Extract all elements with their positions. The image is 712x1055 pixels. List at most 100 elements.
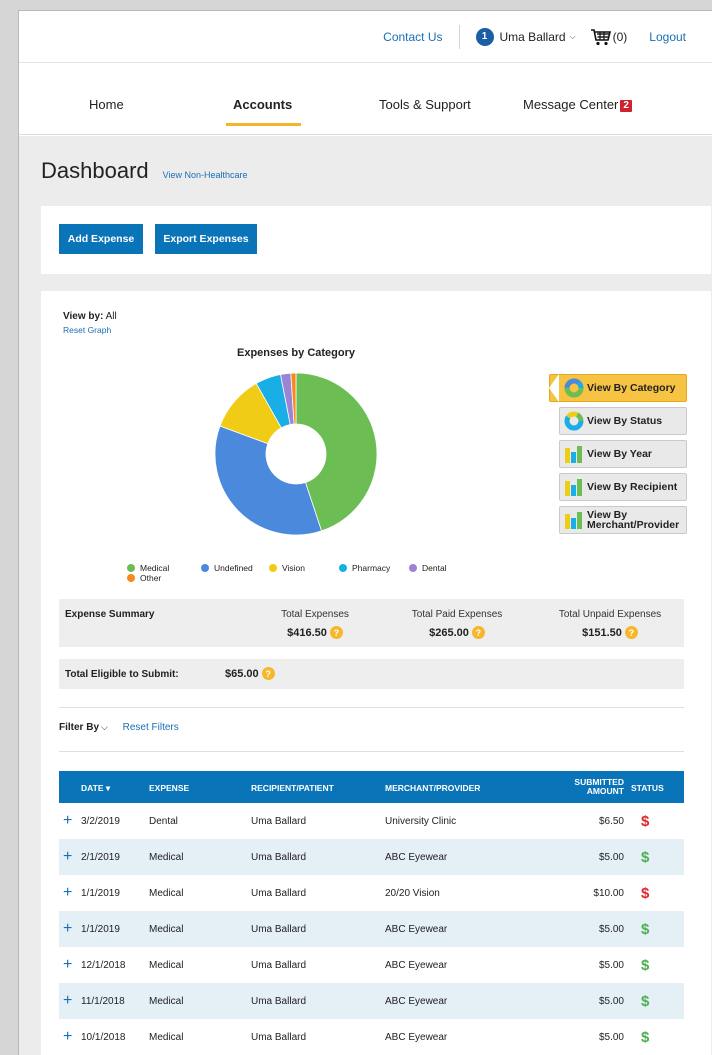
cell-recipient: Uma Ballard bbox=[251, 888, 307, 899]
table-row[interactable]: +3/2/2019 Dental Uma Ballard University Cli… bbox=[59, 803, 684, 839]
expenses-card: View by: All Reset Graph Expenses by Cat… bbox=[41, 291, 711, 1055]
expand-icon[interactable]: + bbox=[63, 812, 72, 830]
cell-expense: Medical bbox=[149, 996, 184, 1007]
column-submitted-line2: AMOUNT bbox=[586, 786, 624, 796]
user-menu[interactable]: 1 Uma Ballard ⌵ bbox=[475, 27, 576, 46]
cell-amount: $6.50 bbox=[598, 816, 624, 827]
total-expenses-value: $416.50 bbox=[287, 626, 327, 639]
view-by-value: All bbox=[103, 311, 117, 322]
total-unpaid-value: $151.50 bbox=[582, 626, 622, 639]
view-by-merchant-label: View By Merchant/Provider bbox=[587, 509, 680, 531]
column-merchant[interactable]: MERCHANT/PROVIDER bbox=[385, 783, 480, 793]
cell-expense: Medical bbox=[149, 924, 184, 935]
message-count-badge: 2 bbox=[620, 100, 632, 112]
eligible-summary: Total Eligible to Submit: $65.00? bbox=[59, 659, 684, 689]
cell-recipient: Uma Ballard bbox=[251, 924, 307, 935]
legend-item-pharmacy[interactable]: Pharmacy bbox=[339, 563, 390, 573]
status-dollar-icon[interactable]: $ bbox=[641, 921, 649, 938]
status-dollar-icon[interactable]: $ bbox=[641, 813, 649, 830]
cell-date: 10/1/2018 bbox=[81, 1032, 126, 1043]
legend-item-vision[interactable]: Vision bbox=[269, 563, 305, 573]
expand-icon[interactable]: + bbox=[63, 992, 72, 1010]
status-dollar-icon[interactable]: $ bbox=[641, 885, 649, 902]
table-row[interactable]: +1/1/2019 Medical Uma Ballard 20/20 Vision $… bbox=[59, 875, 684, 911]
status-dollar-icon[interactable]: $ bbox=[641, 993, 649, 1010]
view-by-label: View by: bbox=[63, 311, 104, 322]
add-expense-button[interactable]: Add Expense bbox=[59, 224, 143, 254]
column-submitted-amount[interactable]: SUBMITTED AMOUNT bbox=[574, 778, 624, 796]
help-icon[interactable]: ? bbox=[624, 626, 638, 639]
actions-card: Add Expense Export Expenses bbox=[41, 206, 711, 274]
contact-us-link[interactable]: Contact Us bbox=[383, 24, 460, 49]
column-status[interactable]: STATUS bbox=[631, 783, 664, 793]
filter-by-dropdown[interactable]: Filter By bbox=[59, 722, 99, 733]
reset-graph-link[interactable]: Reset Graph bbox=[63, 325, 111, 335]
export-expenses-button[interactable]: Export Expenses bbox=[155, 224, 257, 254]
cell-date: 2/1/2019 bbox=[81, 852, 120, 863]
help-icon[interactable]: ? bbox=[471, 626, 485, 639]
expand-icon[interactable]: + bbox=[63, 884, 72, 902]
view-by-recipient-label: View By Recipient bbox=[587, 481, 678, 493]
view-by-recipient-button[interactable]: View By Recipient bbox=[559, 473, 687, 501]
tab-home[interactable]: Home bbox=[89, 97, 124, 112]
status-dollar-icon[interactable]: $ bbox=[641, 1029, 649, 1046]
cart-button[interactable]: (0) bbox=[590, 28, 627, 46]
view-by-merchant-button[interactable]: View By Merchant/Provider bbox=[559, 506, 687, 534]
column-date[interactable]: DATE ▾ bbox=[81, 783, 110, 794]
cell-amount: $5.00 bbox=[598, 996, 624, 1007]
cell-recipient: Uma Ballard bbox=[251, 960, 307, 971]
expand-icon[interactable]: + bbox=[63, 1028, 72, 1046]
cell-merchant: 20/20 Vision bbox=[385, 888, 440, 899]
legend-item-undefined[interactable]: Undefined bbox=[201, 563, 253, 573]
utility-bar: Contact Us 1 Uma Ballard ⌵ (0) Logout bbox=[19, 11, 712, 63]
cell-date: 3/2/2019 bbox=[81, 816, 120, 827]
category-donut-chart[interactable] bbox=[213, 371, 379, 537]
help-icon[interactable]: ? bbox=[261, 667, 275, 680]
view-by-year-button[interactable]: View By Year bbox=[559, 440, 687, 468]
donut-icon bbox=[564, 411, 584, 431]
status-dollar-icon[interactable]: $ bbox=[641, 957, 649, 974]
legend-dot bbox=[269, 564, 277, 572]
filter-bar: Filter By ⌵ Reset Filters bbox=[59, 722, 179, 733]
view-by-status-button[interactable]: View By Status bbox=[559, 407, 687, 435]
cell-expense: Medical bbox=[149, 960, 184, 971]
table-row[interactable]: +1/1/2019 Medical Uma Ballard ABC Eyewear $5… bbox=[59, 911, 684, 947]
legend-label: Undefined bbox=[214, 563, 253, 573]
cart-icon bbox=[590, 28, 611, 45]
view-by-category-button[interactable]: View By Category bbox=[549, 374, 687, 402]
tab-message-center[interactable]: Message Center 2 bbox=[523, 97, 632, 112]
legend-item-medical[interactable]: Medical bbox=[127, 563, 169, 573]
column-expense[interactable]: EXPENSE bbox=[149, 783, 189, 793]
expand-icon[interactable]: + bbox=[63, 848, 72, 866]
total-paid-value: $265.00 bbox=[429, 626, 469, 639]
legend-item-dental[interactable]: Dental bbox=[409, 563, 447, 573]
chevron-down-icon: ⌵ bbox=[569, 31, 576, 41]
table-row[interactable]: +11/1/2018 Medical Uma Ballard ABC Eyewear $… bbox=[59, 983, 684, 1019]
cell-date: 1/1/2019 bbox=[81, 888, 120, 899]
main-content: Dashboard View Non-Healthcare Add Expens… bbox=[19, 136, 712, 1055]
cell-amount: $5.00 bbox=[598, 1032, 624, 1043]
cell-expense: Medical bbox=[149, 1032, 184, 1043]
table-header: DATE ▾ EXPENSE RECIPIENT/PATIENT MERCHAN… bbox=[59, 771, 684, 803]
help-icon[interactable]: ? bbox=[329, 626, 343, 639]
cell-merchant: ABC Eyewear bbox=[385, 852, 448, 863]
legend-item-other[interactable]: Other bbox=[127, 573, 161, 583]
logout-link[interactable]: Logout bbox=[649, 30, 686, 44]
legend-label: Other bbox=[140, 573, 162, 583]
table-row[interactable]: +12/1/2018 Medical Uma Ballard ABC Eyewear $… bbox=[59, 947, 684, 983]
expand-icon[interactable]: + bbox=[63, 920, 72, 938]
column-recipient[interactable]: RECIPIENT/PATIENT bbox=[251, 783, 334, 793]
tab-tools-support[interactable]: Tools & Support bbox=[379, 97, 471, 112]
app-window: Contact Us 1 Uma Ballard ⌵ (0) Logout Ho… bbox=[18, 10, 712, 1055]
status-dollar-icon[interactable]: $ bbox=[641, 849, 649, 866]
reset-filters-link[interactable]: Reset Filters bbox=[123, 722, 179, 733]
view-by-year-label: View By Year bbox=[587, 448, 652, 460]
bar-chart-icon bbox=[565, 512, 582, 529]
view-non-healthcare-link[interactable]: View Non-Healthcare bbox=[163, 170, 248, 180]
table-row[interactable]: +10/1/2018 Medical Uma Ballard ABC Eyewear $… bbox=[59, 1019, 684, 1055]
tab-accounts[interactable]: Accounts bbox=[233, 97, 292, 112]
expand-icon[interactable]: + bbox=[63, 956, 72, 974]
donut-icon bbox=[564, 378, 584, 398]
table-row[interactable]: +2/1/2019 Medical Uma Ballard ABC Eyewear $5… bbox=[59, 839, 684, 875]
cell-amount: $5.00 bbox=[598, 852, 624, 863]
